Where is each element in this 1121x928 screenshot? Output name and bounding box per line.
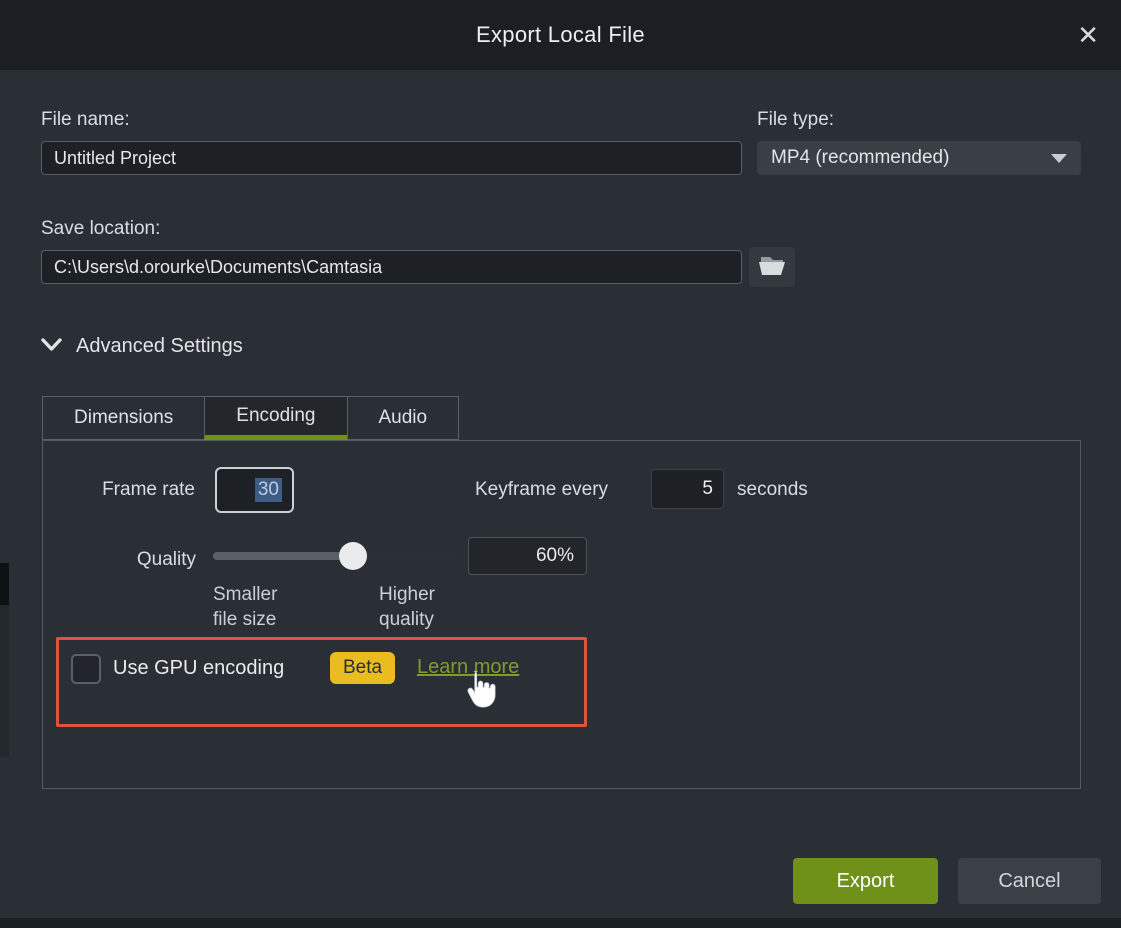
save-location-label: Save location:	[41, 218, 160, 240]
tab-encoding-label: Encoding	[236, 405, 315, 427]
file-name-label: File name:	[41, 109, 130, 131]
tab-audio-label: Audio	[379, 407, 428, 429]
gpu-encoding-label: Use GPU encoding	[113, 657, 284, 680]
cancel-button[interactable]: Cancel	[958, 858, 1101, 904]
chevron-down-icon	[41, 338, 62, 356]
save-location-input[interactable]	[41, 250, 742, 284]
file-type-value: MP4 (recommended)	[771, 147, 949, 169]
keyframe-unit-label: seconds	[737, 479, 808, 501]
beta-badge: Beta	[330, 652, 395, 684]
dialog-title: Export Local File	[476, 22, 645, 48]
folder-icon	[756, 251, 788, 284]
quality-min-label: Smaller file size	[213, 582, 301, 632]
advanced-settings-toggle[interactable]: Advanced Settings	[41, 335, 243, 358]
quality-value-input[interactable]	[468, 537, 587, 575]
frame-rate-input[interactable]: 30	[215, 467, 294, 513]
quality-slider-thumb[interactable]	[339, 542, 367, 570]
close-icon[interactable]: ✕	[1077, 22, 1099, 48]
keyframe-input[interactable]	[651, 469, 724, 509]
tab-dimensions[interactable]: Dimensions	[42, 396, 205, 440]
browse-folder-button[interactable]	[749, 247, 795, 287]
screen-edge-artifact-dark	[0, 563, 9, 605]
advanced-settings-label: Advanced Settings	[76, 335, 243, 358]
quality-label: Quality	[43, 549, 196, 571]
tab-audio[interactable]: Audio	[347, 396, 460, 440]
quality-slider-fill	[213, 552, 353, 560]
file-type-dropdown[interactable]: MP4 (recommended)	[757, 141, 1081, 175]
file-type-label: File type:	[757, 109, 834, 131]
gpu-encoding-checkbox[interactable]	[71, 654, 101, 684]
encoding-panel: Frame rate 30 Keyframe every seconds Qua…	[42, 440, 1081, 789]
learn-more-link[interactable]: Learn more	[417, 656, 519, 679]
file-name-input[interactable]	[41, 141, 742, 175]
export-dialog: Export Local File ✕ File name: File type…	[0, 0, 1121, 928]
keyframe-label: Keyframe every	[475, 479, 608, 501]
dialog-titlebar: Export Local File ✕	[0, 0, 1121, 70]
bottom-edge-strip	[0, 918, 1121, 928]
frame-rate-label: Frame rate	[43, 479, 195, 501]
tab-dimensions-label: Dimensions	[74, 407, 173, 429]
advanced-settings-tabs: Dimensions Encoding Audio	[42, 396, 459, 440]
tab-encoding[interactable]: Encoding	[204, 396, 347, 440]
gpu-highlight-box	[56, 637, 587, 727]
export-button[interactable]: Export	[793, 858, 938, 904]
quality-slider[interactable]	[213, 552, 454, 560]
frame-rate-value: 30	[255, 478, 282, 502]
chevron-down-icon	[1051, 154, 1067, 163]
quality-max-label: Higher quality	[379, 582, 459, 632]
screen-edge-artifact	[0, 563, 9, 757]
